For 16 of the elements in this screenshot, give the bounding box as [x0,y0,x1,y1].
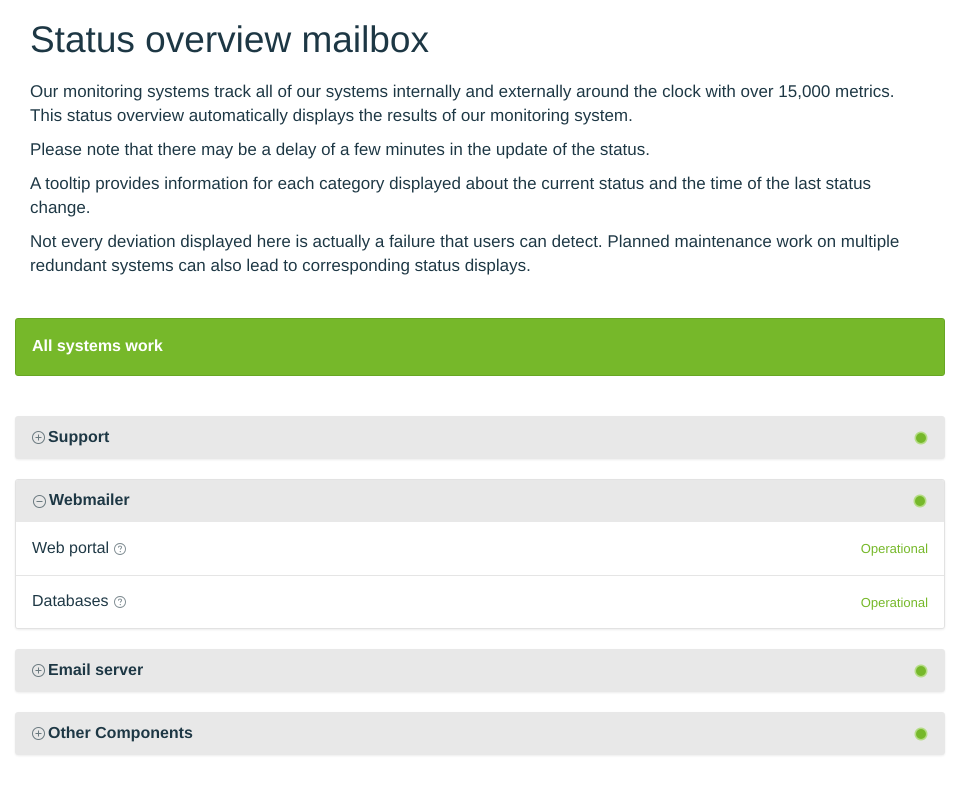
status-banner: All systems work [15,318,945,376]
intro-paragraph: Not every deviation displayed here is actually a failure that users can detect. Planned maintenance work on multiple redundant systems can also lead to corresponding status displays. [30,231,900,277]
intro-paragraph: A tooltip provides information for each category displayed about the current status and the time of the last status change. [30,173,872,219]
component-name: Web portal [32,540,110,558]
page-title: Status overview mailbox [30,18,429,62]
question-mark-icon[interactable] [114,596,126,608]
intro-paragraph: Please note that there may be a delay of a few minutes in the update of the status. [30,139,651,161]
status-text: Operational [860,594,928,610]
accordion-header[interactable]: Other Components [15,712,945,755]
accordion-header[interactable]: Email server [15,649,945,692]
accordion-header[interactable]: Support [15,416,945,459]
question-mark-icon[interactable] [114,542,126,554]
component-name: Databases [32,593,108,611]
intro-paragraph: Our monitoring systems track all of our systems internally and externally around the clock with over 15,000 metrics. This status overview automatically displays the results of our monitoring system. [30,81,896,127]
status-text: Operational [860,541,928,556]
accordion-header[interactable]: Webmailer [16,480,944,522]
